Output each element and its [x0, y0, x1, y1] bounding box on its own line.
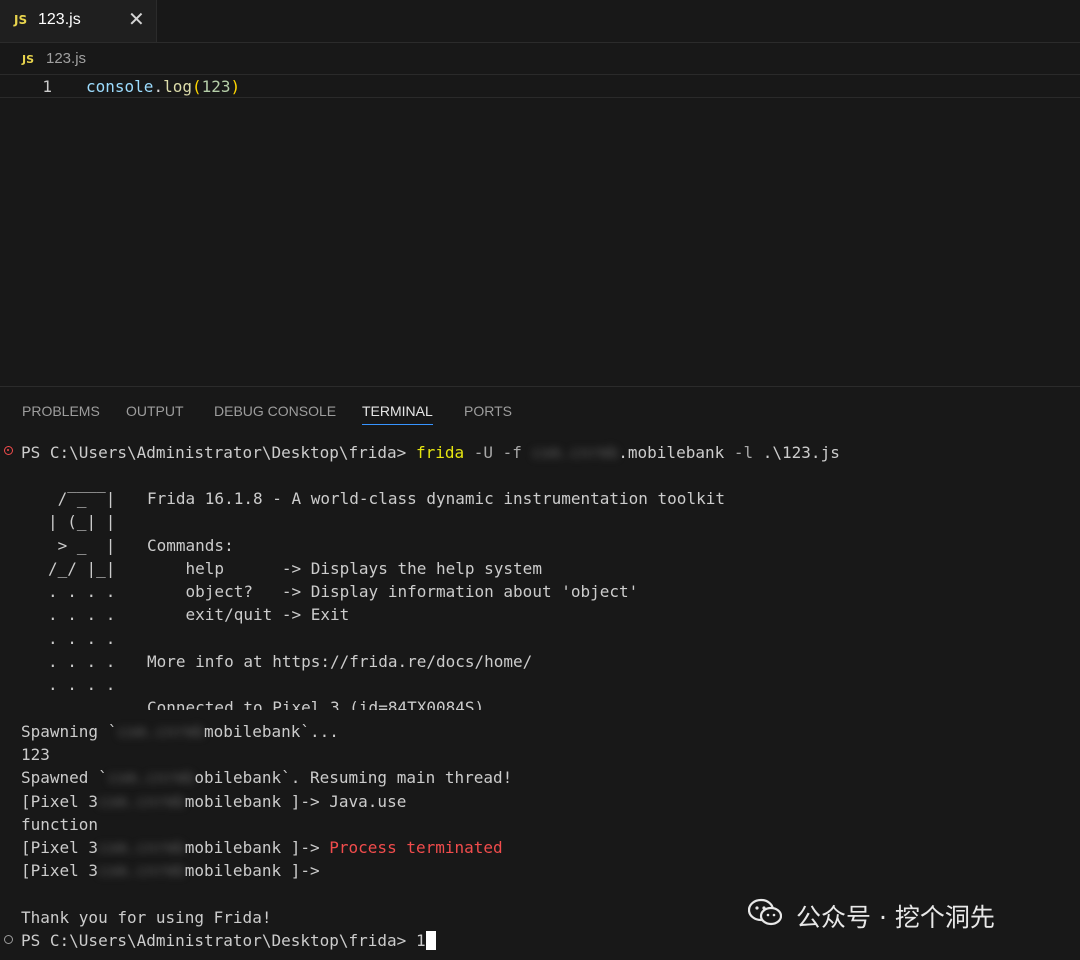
prompt: PS C:\Users\Administrator\Desktop\frida>: [21, 443, 416, 462]
command-exit: exit/quit -> Exit: [147, 605, 350, 624]
repl-command: Java.use: [329, 792, 407, 811]
spawned-suffix: obilebank`. Resuming main thread!: [194, 768, 513, 787]
code-close-paren: ): [230, 77, 241, 96]
more-info-line: More info at https://frida.re/docs/home/: [147, 652, 533, 671]
command-name: frida: [415, 443, 465, 462]
redacted-text: com.cnrmb: [98, 861, 185, 880]
terminal-command-line: PS C:\Users\Administrator\Desktop\frida>…: [21, 441, 840, 464]
repl-prompt: mobilebank ]->: [184, 792, 330, 811]
wechat-icon: [748, 898, 782, 926]
command-help: help -> Displays the help system: [147, 559, 542, 578]
repl-output: function: [21, 815, 99, 834]
tab-terminal[interactable]: TERMINAL: [362, 403, 433, 425]
connected-line: Connected to Pixel 3 (id=84TX0084S): [147, 698, 485, 710]
javascript-file-icon: JS: [22, 53, 35, 66]
repl-line: [Pixel 3com.cnrmbmobilebank ]-> Java.use: [21, 790, 406, 813]
spawning-suffix: mobilebank`...: [204, 722, 339, 741]
terminal-input-line[interactable]: PS C:\Users\Administrator\Desktop\frida>…: [21, 929, 436, 952]
line-number: 1: [42, 77, 52, 96]
commands-header: Commands:: [147, 536, 234, 555]
script-output: 123: [21, 745, 50, 764]
code-number: 123: [201, 77, 231, 96]
spawning-line: Spawning `com.cnrmbmobilebank`...: [21, 720, 339, 743]
spawning-prefix: Spawning `: [21, 722, 118, 741]
tab-output[interactable]: OUTPUT: [126, 403, 184, 419]
redacted-text: com.cnrmb: [117, 722, 205, 741]
code-object: console: [86, 77, 154, 96]
repl-line: [Pixel 3com.cnrmbmobilebank ]-> Process …: [21, 836, 503, 859]
tab-label: 123.js: [38, 11, 81, 28]
tab-123-js[interactable]: JS 123.js ✕: [0, 0, 157, 42]
code-function: log: [163, 77, 192, 96]
javascript-file-icon: JS: [14, 13, 28, 27]
command-flag-l: -l: [724, 443, 763, 462]
terminal-input[interactable]: 1: [416, 931, 426, 950]
editor-line-1[interactable]: 1 console.log(123): [0, 74, 1080, 98]
breadcrumb-file-name[interactable]: 123.js: [46, 50, 86, 67]
repl-device: [Pixel 3: [21, 792, 99, 811]
tab-debug-console[interactable]: DEBUG CONSOLE: [214, 403, 336, 419]
watermark-text: 公众号 · 挖个洞先: [796, 903, 995, 932]
command-object: object? -> Display information about 'ob…: [147, 582, 639, 601]
command-file: .\123.js: [762, 443, 840, 462]
wechat-watermark: 公众号 · 挖个洞先: [748, 890, 1068, 938]
code-dot: .: [153, 77, 164, 96]
redacted-text: com.cnrmb: [98, 792, 185, 811]
spawned-prefix: Spawned `: [21, 768, 108, 787]
process-terminated-text: Process terminated: [329, 838, 503, 857]
thanks-line: Thank you for using Frida!: [21, 908, 272, 927]
repl-device: [Pixel 3: [21, 861, 99, 880]
tab-ports[interactable]: PORTS: [464, 403, 512, 419]
redacted-text: com.cnrmb: [98, 838, 185, 857]
repl-line: [Pixel 3com.cnrmbmobilebank ]->: [21, 859, 329, 882]
repl-prompt: mobilebank ]->: [184, 838, 330, 857]
text-cursor: [425, 931, 436, 950]
code-text[interactable]: console.log(123): [86, 77, 240, 96]
spawned-line: Spawned `com.cnrmbobilebank`. Resuming m…: [21, 766, 512, 789]
code-open-paren: (: [191, 77, 202, 96]
command-flags: -U -f: [464, 443, 532, 462]
prompt: PS C:\Users\Administrator\Desktop\frida>: [21, 931, 416, 950]
close-icon[interactable]: ✕: [128, 7, 145, 31]
tab-problems[interactable]: PROBLEMS: [22, 403, 100, 419]
repl-device: [Pixel 3: [21, 838, 99, 857]
editor-tab-bar: JS 123.js ✕: [0, 0, 1080, 43]
repl-prompt: mobilebank ]->: [184, 861, 330, 880]
command-package: .mobilebank: [618, 443, 725, 462]
frida-banner: Frida 16.1.8 - A world-class dynamic ins…: [147, 489, 725, 508]
redacted-text: com.cnrmb: [531, 443, 619, 462]
redacted-text: com.cnrmb: [107, 768, 195, 787]
